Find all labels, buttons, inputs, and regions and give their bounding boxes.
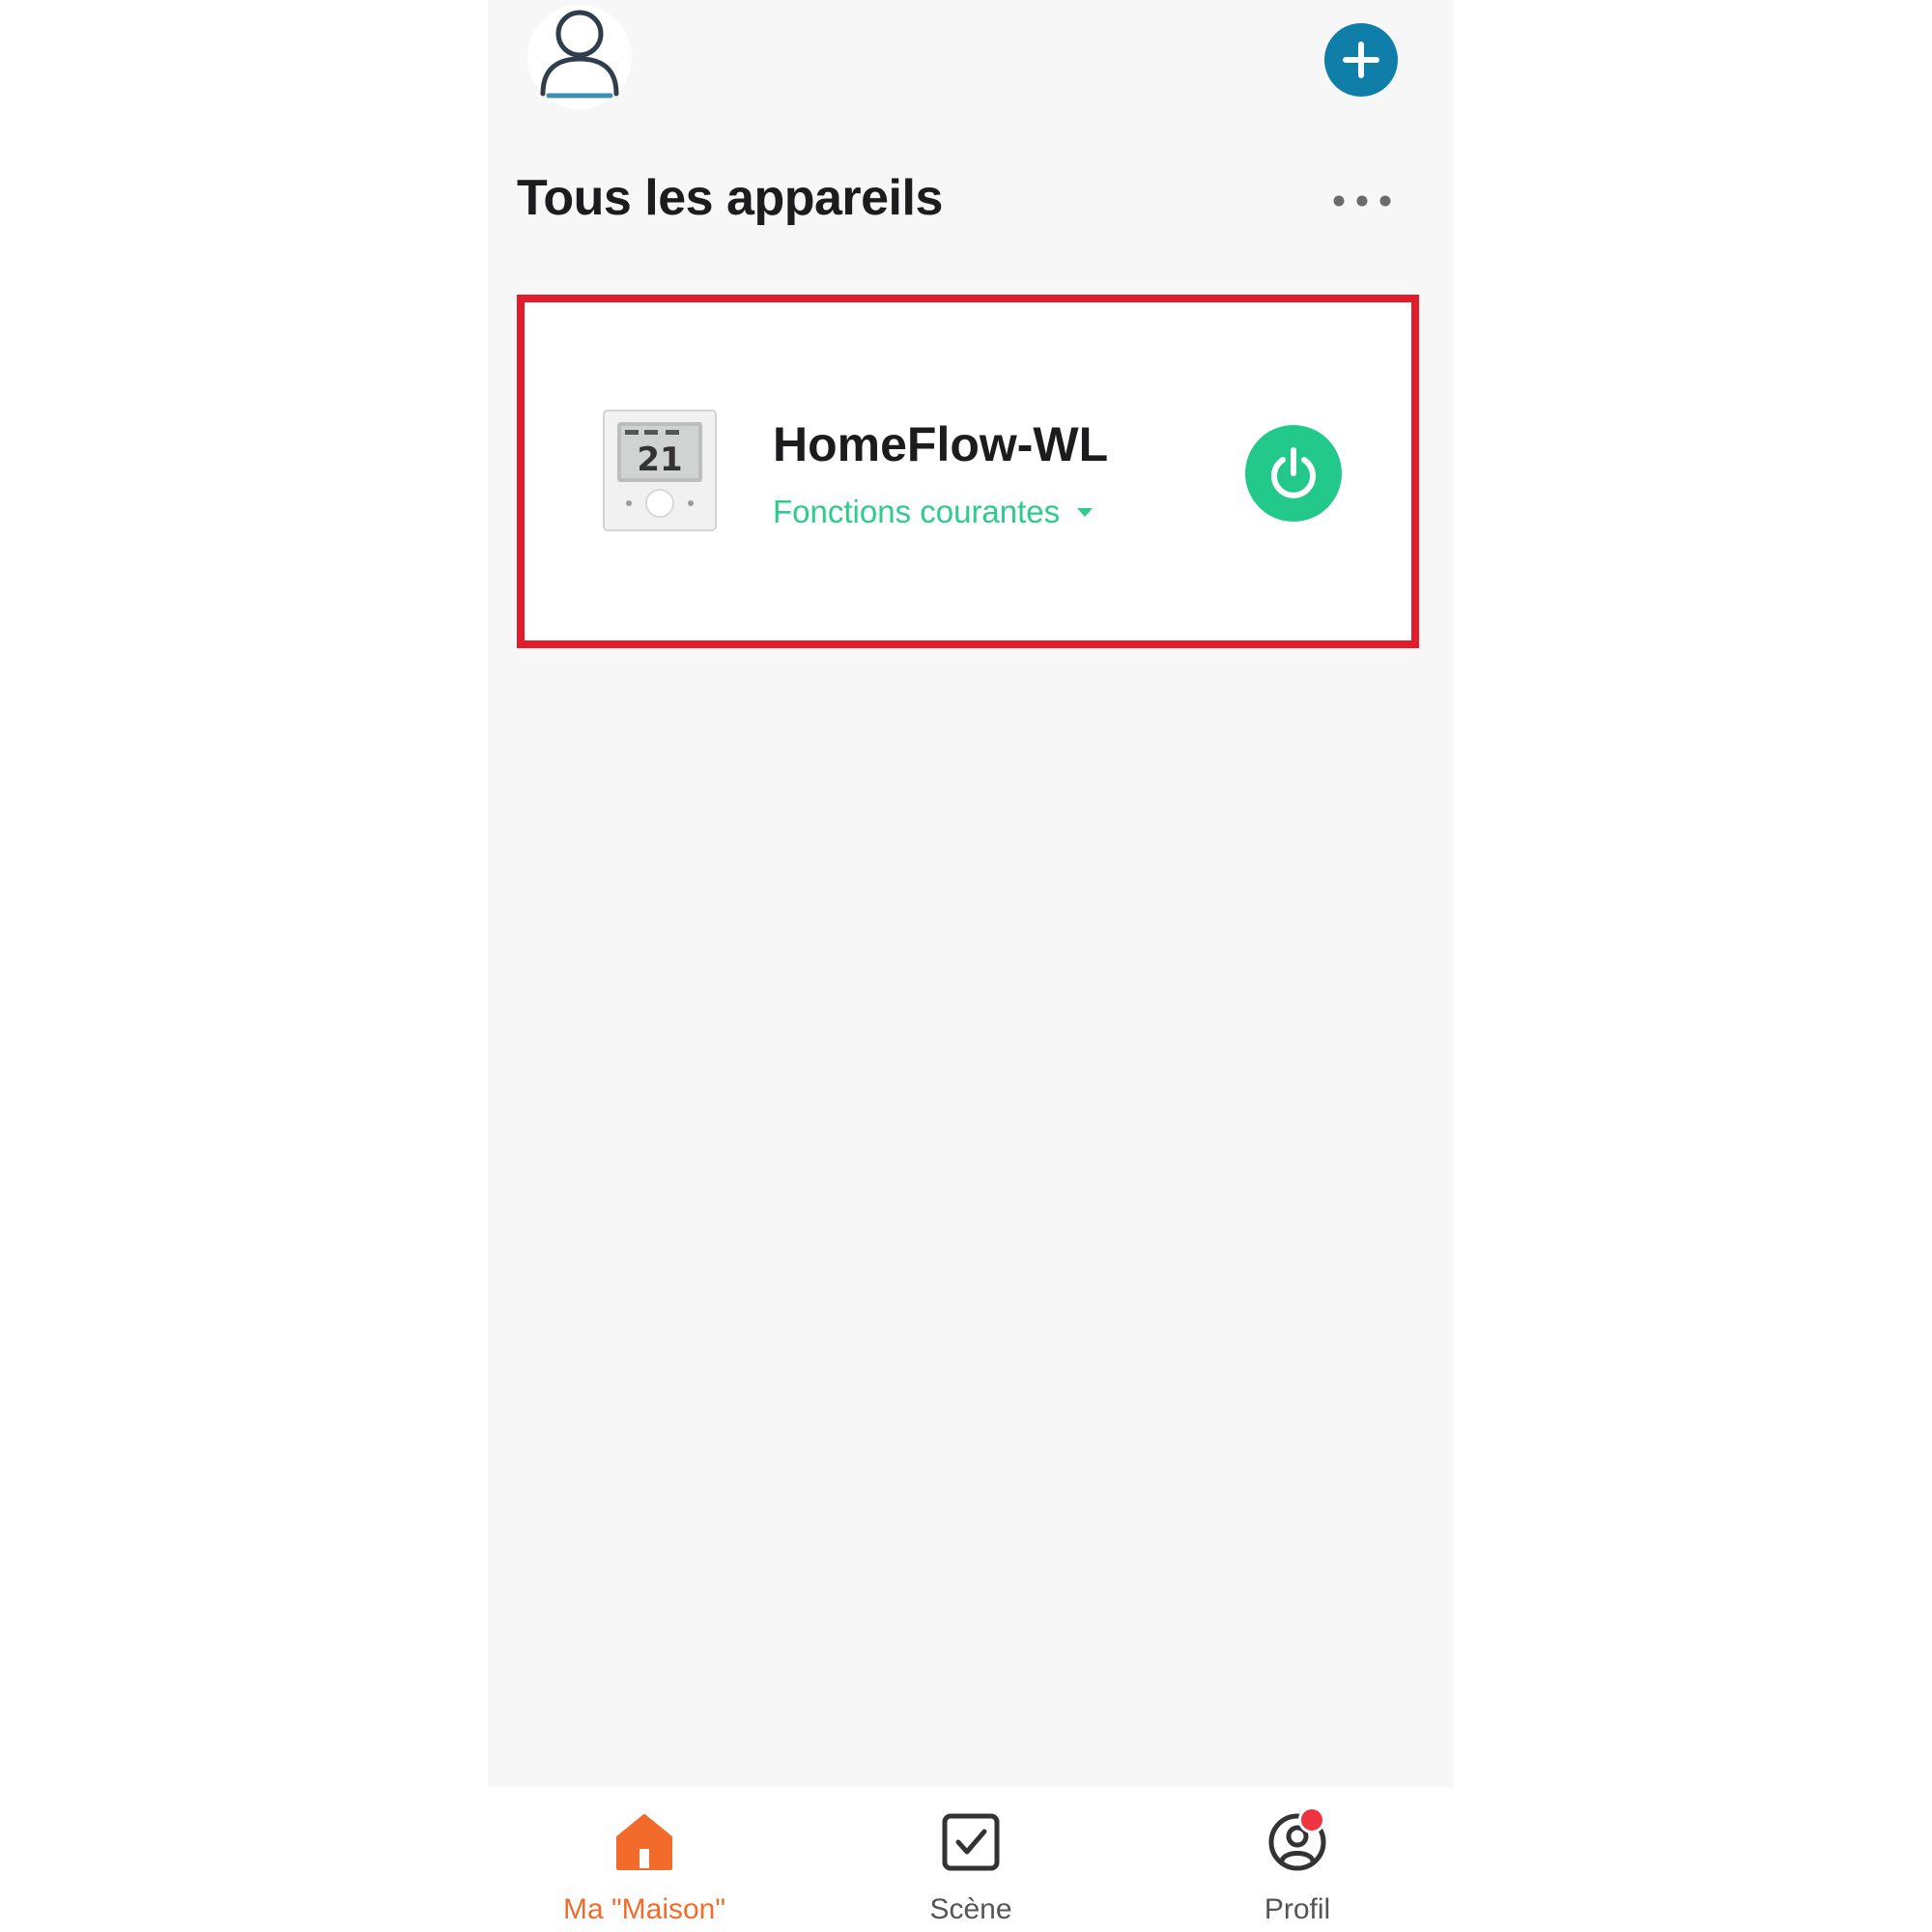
tab-profile-label: Profil — [1264, 1893, 1331, 1925]
power-button[interactable] — [1245, 425, 1342, 522]
highlight-box: 21 HomeFlow-WL Fonctions courantes — [517, 295, 1419, 648]
screen: Tous les appareils 21 HomeFlow-WL Foncti… — [0, 0, 1932, 1932]
device-card[interactable]: 21 HomeFlow-WL Fonctions courantes — [525, 302, 1411, 640]
caret-down-icon — [1077, 508, 1094, 517]
common-functions-dropdown[interactable]: Fonctions courantes — [773, 494, 1094, 530]
tab-scene-label: Scène — [929, 1893, 1012, 1925]
tab-scene[interactable]: Scène — [855, 1787, 1087, 1932]
tab-home[interactable]: Ma "Maison" — [528, 1787, 760, 1932]
profile-icon-wrapper — [1264, 1806, 1331, 1876]
more-options-button[interactable] — [1328, 184, 1396, 218]
bottom-tab-bar: Ma "Maison" Scène Profil — [488, 1787, 1454, 1932]
tab-profile[interactable]: Profil — [1181, 1787, 1413, 1932]
power-icon — [1271, 447, 1316, 498]
checkbox-icon — [942, 1813, 1000, 1871]
notification-badge — [1298, 1806, 1325, 1833]
add-device-button[interactable] — [1324, 23, 1398, 97]
common-functions-label: Fonctions courantes — [773, 494, 1061, 529]
user-avatar[interactable] — [527, 5, 632, 109]
thermostat-image: 21 — [603, 410, 717, 531]
svg-text:21: 21 — [637, 440, 682, 479]
tab-home-label: Ma "Maison" — [562, 1893, 726, 1925]
plus-icon — [1343, 42, 1379, 78]
home-icon — [616, 1814, 672, 1870]
user-icon — [540, 10, 619, 99]
ellipsis-icon — [1333, 195, 1391, 207]
page-title: Tous les appareils — [517, 170, 943, 226]
device-name: HomeFlow-WL — [773, 417, 1109, 471]
app-screen: Tous les appareils 21 HomeFlow-WL Foncti… — [488, 0, 1454, 1932]
